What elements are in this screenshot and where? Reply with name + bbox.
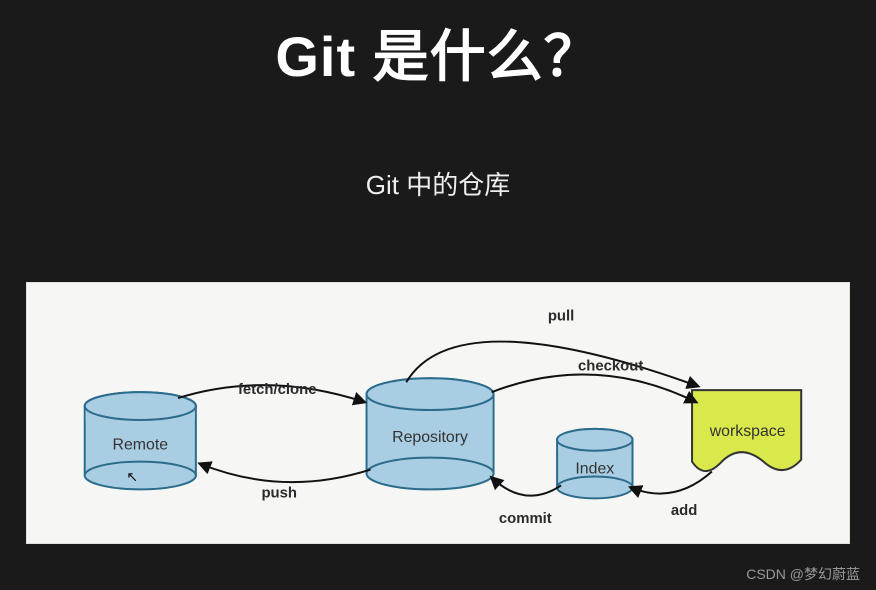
workspace-label: workspace [709,423,786,440]
push-arrow [200,464,371,483]
commit-arrow [492,478,561,496]
checkout-label: checkout [578,358,643,374]
page-title: Git 是什么？ [0,0,876,93]
repository-label: Repository [392,429,468,446]
push-label: push [261,485,297,501]
fetch-clone-label: fetch/clone [238,382,317,398]
repository-node: Repository [367,378,494,489]
index-node: Index [557,429,632,498]
pull-label: pull [548,309,574,325]
git-diagram: Remote Repository Index workspace [26,282,850,544]
cursor-icon: ↖ [126,468,138,484]
workspace-node: workspace [692,390,801,471]
remote-label: Remote [113,437,169,454]
remote-node: Remote [85,392,196,489]
git-diagram-svg: Remote Repository Index workspace [27,283,849,543]
checkout-arrow [492,375,696,403]
page-subtitle: Git 中的仓库 [0,165,876,202]
watermark: CSDN @梦幻蔚蓝 [746,564,860,584]
commit-label: commit [499,511,552,527]
add-label: add [671,503,697,519]
add-arrow [631,472,712,494]
index-label: Index [575,461,614,478]
